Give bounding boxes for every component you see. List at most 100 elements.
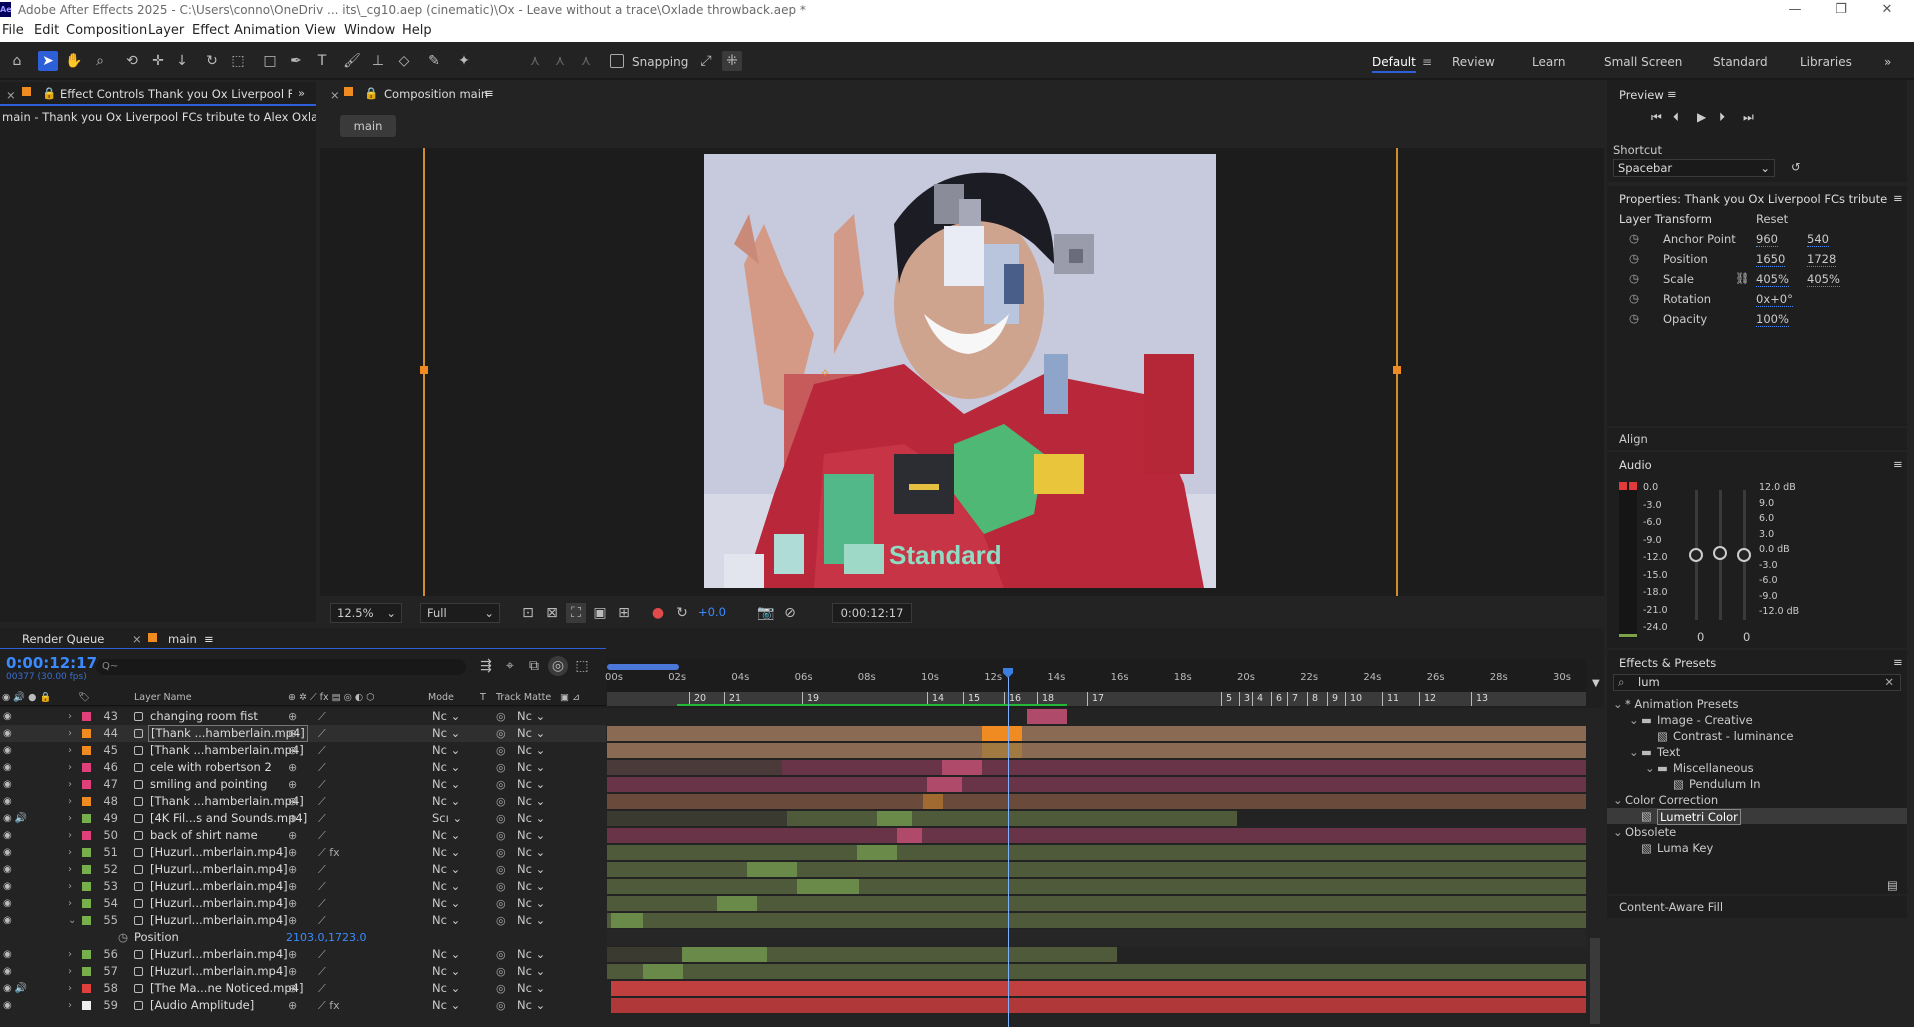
layer-track[interactable] bbox=[607, 725, 1586, 742]
composition-menu-icon[interactable]: ≡ bbox=[484, 86, 494, 100]
audio-slider-master[interactable] bbox=[1713, 546, 1727, 560]
layer-name[interactable]: [Thank ...hamberlain.mp4] bbox=[150, 793, 304, 810]
comp-marker[interactable]: 10 bbox=[1345, 692, 1362, 706]
current-time[interactable]: 0:00:12:17 bbox=[6, 654, 97, 672]
audio-visibility-icon[interactable]: ◉ 🔊 bbox=[3, 810, 27, 827]
chevron-down-icon[interactable]: ⌄ bbox=[1629, 745, 1639, 759]
menu-animation[interactable]: Animation bbox=[234, 20, 300, 42]
shy-switch-icon[interactable]: ⊕ bbox=[288, 759, 297, 776]
effects-tree-item[interactable]: ▧ Lumetri Color bbox=[1607, 808, 1907, 825]
layer-name[interactable]: changing room fist bbox=[150, 708, 258, 725]
pickwhip-icon[interactable]: ◎ bbox=[496, 997, 506, 1014]
layer-row[interactable]: ◉ › 56 [Huzurl...mberlain.mp4] ⊕ ⟋ Nc ⌄ ◎ Nc ⌄ bbox=[0, 946, 606, 963]
layer-track[interactable] bbox=[607, 861, 1586, 878]
render-queue-tab[interactable]: Render Queue bbox=[22, 632, 104, 646]
timeline-main-tab[interactable]: main bbox=[168, 632, 197, 646]
effects-tree-label[interactable]: Contrast - luminance bbox=[1673, 729, 1794, 743]
first-frame-icon[interactable]: ⏮ bbox=[1651, 110, 1662, 125]
layer-duration-bar[interactable] bbox=[607, 726, 1586, 741]
layer-row[interactable]: ◉ › 59 [Audio Amplitude] ⊕ ⟋ fx Nc ⌄ ◎ Nc ⌄ bbox=[0, 997, 606, 1014]
layer-label-color[interactable] bbox=[82, 899, 91, 908]
transform-value-2[interactable]: 540 bbox=[1807, 232, 1829, 247]
layer-duration-bar[interactable] bbox=[607, 760, 782, 775]
layer-handle-left[interactable] bbox=[420, 366, 428, 374]
pen-tool-icon[interactable]: ✒ bbox=[286, 51, 306, 71]
workspace-libraries[interactable]: Libraries bbox=[1800, 55, 1852, 69]
layer-track[interactable] bbox=[607, 980, 1586, 997]
layer-track[interactable] bbox=[607, 895, 1586, 912]
layer-duration-bar[interactable] bbox=[611, 998, 1586, 1013]
comp-marker[interactable]: 17 bbox=[1087, 692, 1104, 706]
pickwhip-icon[interactable]: ◎ bbox=[496, 827, 506, 844]
layer-row[interactable]: ◉ › 57 [Huzurl...mberlain.mp4] ⊕ ⟋ Nc ⌄ ◎ Nc ⌄ bbox=[0, 963, 606, 980]
blend-mode-dropdown[interactable]: Nc ⌄ bbox=[432, 742, 460, 759]
close-button[interactable]: ✕ bbox=[1864, 0, 1910, 20]
layer-name[interactable]: [Thank ...hamberlain.mp4] bbox=[150, 742, 304, 759]
track-matte-dropdown[interactable]: Nc ⌄ bbox=[517, 742, 545, 759]
eye-icon[interactable]: ◉ bbox=[3, 793, 12, 810]
composition-tab[interactable]: Composition main bbox=[384, 87, 488, 101]
hide-shy-icon[interactable]: ⧉ bbox=[524, 656, 544, 676]
transform-value-1[interactable]: 0x+0° bbox=[1756, 292, 1793, 307]
blend-mode-dropdown[interactable]: Nc ⌄ bbox=[432, 980, 460, 997]
layer-label-color[interactable] bbox=[82, 831, 91, 840]
comp-marker[interactable]: 9 bbox=[1327, 692, 1338, 706]
layer-track[interactable] bbox=[607, 810, 1586, 827]
close-tab-icon[interactable]: × bbox=[132, 632, 142, 646]
menu-effect[interactable]: Effect bbox=[192, 20, 229, 42]
dolly-camera-icon[interactable]: ↓ bbox=[172, 51, 192, 71]
transform-value-1[interactable]: 100% bbox=[1756, 312, 1789, 327]
clear-search-icon[interactable]: ✕ bbox=[1884, 675, 1894, 690]
effects-tree-label[interactable]: Luma Key bbox=[1657, 841, 1713, 855]
layer-label-color[interactable] bbox=[82, 814, 91, 823]
track-matte-dropdown[interactable]: Nc ⌄ bbox=[517, 793, 545, 810]
pickwhip-icon[interactable]: ◎ bbox=[496, 963, 506, 980]
track-matte-dropdown[interactable]: Nc ⌄ bbox=[517, 861, 545, 878]
shy-switch-icon[interactable]: ⊕ bbox=[288, 997, 297, 1014]
shy-switch-icon[interactable]: ⊕ bbox=[288, 946, 297, 963]
blend-mode-dropdown[interactable]: Nc ⌄ bbox=[432, 912, 460, 929]
layer-name[interactable]: back of shirt name bbox=[150, 827, 258, 844]
track-matte-dropdown[interactable]: Nc ⌄ bbox=[517, 912, 545, 929]
panel-overflow-icon[interactable]: » bbox=[298, 86, 305, 100]
quality-switch-icon[interactable]: ⟋ bbox=[318, 827, 326, 844]
layer-duration-bar[interactable] bbox=[923, 794, 943, 809]
layer-name[interactable]: [Huzurl...mberlain.mp4] bbox=[150, 946, 288, 963]
layer-duration-bar[interactable] bbox=[607, 777, 1586, 792]
effects-tree-label[interactable]: Color Correction bbox=[1625, 793, 1718, 807]
blend-mode-dropdown[interactable]: Scı ⌄ bbox=[432, 810, 462, 827]
layer-name[interactable]: [4K Fil...s and Sounds.mp4] bbox=[150, 810, 307, 827]
quality-switch-icon[interactable]: ⟋ bbox=[318, 861, 326, 878]
shy-switch-icon[interactable]: ⊕ bbox=[288, 895, 297, 912]
previous-frame-icon[interactable]: ⏴ bbox=[1673, 110, 1679, 125]
quality-switch-icon[interactable]: ⟋ bbox=[318, 878, 326, 895]
layer-row[interactable]: ◉ › 52 [Huzurl...mberlain.mp4] ⊕ ⟋ Nc ⌄ ◎ Nc ⌄ bbox=[0, 861, 606, 878]
eye-icon[interactable]: ◉ bbox=[3, 895, 12, 912]
home-icon[interactable]: ⌂ bbox=[7, 51, 27, 71]
motion-blur-icon[interactable]: ◎ bbox=[548, 656, 568, 676]
layer-row[interactable]: ◉ › 45 [Thank ...hamberlain.mp4] ⊕ ⟋ Nc ⌄ ◎ Nc ⌄ bbox=[0, 742, 606, 759]
layer-duration-bar[interactable] bbox=[607, 743, 1586, 758]
layer-label-color[interactable] bbox=[82, 984, 91, 993]
workspace-learn[interactable]: Learn bbox=[1532, 55, 1566, 69]
orbit-camera-icon[interactable]: ⟲ bbox=[122, 51, 142, 71]
transform-value-1[interactable]: 960 bbox=[1756, 232, 1778, 247]
stopwatch-icon[interactable]: ◷ bbox=[1629, 231, 1639, 245]
comp-marker[interactable]: 5 bbox=[1221, 692, 1232, 706]
layer-duration-bar[interactable] bbox=[607, 794, 1586, 809]
pickwhip-icon[interactable]: ◎ bbox=[496, 912, 506, 929]
align-title[interactable]: Align bbox=[1619, 432, 1648, 446]
position-property-row[interactable]: ◷ Position 2103.0,1723.0 bbox=[0, 929, 606, 946]
comp-marker[interactable]: 7 bbox=[1287, 692, 1298, 706]
quality-switch-icon[interactable]: ⟋ bbox=[318, 776, 326, 793]
layer-duration-bar[interactable] bbox=[607, 845, 1586, 860]
stopwatch-icon[interactable]: ◷ bbox=[118, 929, 128, 946]
eye-icon[interactable]: ◉ bbox=[3, 759, 12, 776]
chevron-right-icon[interactable]: › bbox=[68, 878, 72, 895]
shy-switch-icon[interactable]: ⊕ bbox=[288, 878, 297, 895]
rotation-tool-icon[interactable]: ↻ bbox=[202, 51, 222, 71]
viewer-timecode[interactable]: 0:00:12:17 bbox=[832, 603, 912, 623]
effects-tree-item[interactable]: ▧ Contrast - luminance bbox=[1607, 728, 1907, 744]
effects-tree-item[interactable]: ⌄ Color Correction bbox=[1607, 792, 1907, 808]
layer-track[interactable] bbox=[607, 776, 1586, 793]
